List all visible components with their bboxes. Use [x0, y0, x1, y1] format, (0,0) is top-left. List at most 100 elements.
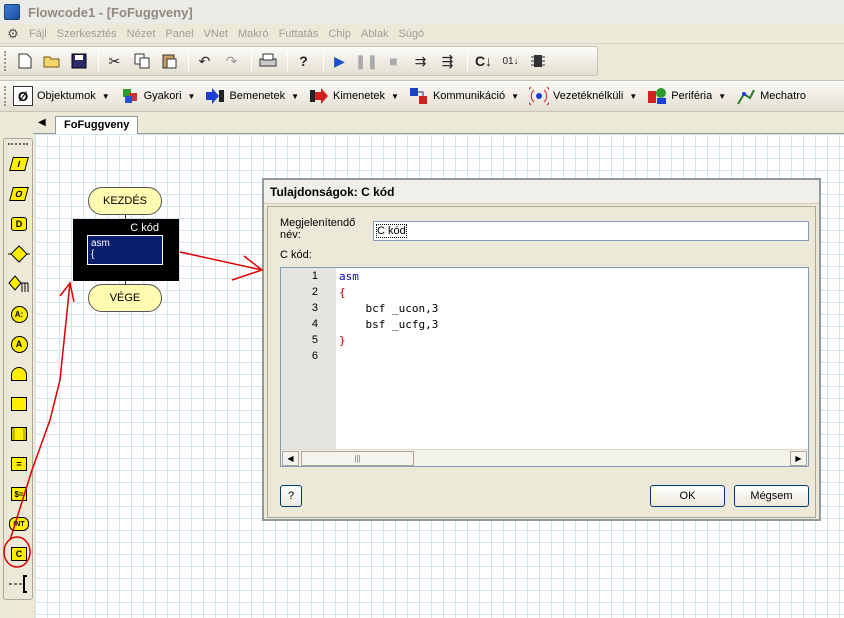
peripheral-label: Periféria	[671, 90, 713, 102]
help-icon[interactable]: ?	[292, 50, 315, 72]
loop-shape	[11, 367, 27, 381]
menu-run[interactable]: Futtatás	[274, 28, 324, 40]
chevron-down-icon: ▼	[391, 91, 399, 101]
code-editor[interactable]: 1 2 3 4 5 6 asm { bcf _ucon,3 bsf _ucfg,…	[280, 267, 809, 467]
undo-icon[interactable]: ↶	[193, 50, 216, 72]
loop-icon[interactable]	[8, 363, 30, 385]
menu-view[interactable]: Nézet	[122, 28, 161, 40]
menu-panel[interactable]: Panel	[160, 28, 198, 40]
outputs-icon	[309, 86, 329, 106]
print-icon[interactable]	[256, 50, 279, 72]
compile-c-icon[interactable]: C↓	[472, 50, 495, 72]
calculation-icon[interactable]: =	[8, 453, 30, 475]
cut-icon[interactable]: ✂	[103, 50, 126, 72]
open-folder-icon[interactable]	[40, 50, 63, 72]
menu-help[interactable]: Súgó	[393, 28, 429, 40]
common-menu[interactable]: Gyakori ▼	[120, 86, 195, 106]
component-toolbar: Ø Objektumok ▼ Gyakori ▼ Bemenetek ▼ Kim…	[0, 80, 844, 112]
menu-chip[interactable]: Chip	[323, 28, 356, 40]
objects-icon: Ø	[13, 86, 33, 106]
goto-glyph: A	[10, 335, 28, 353]
scroll-right-icon[interactable]: ▶	[790, 451, 807, 466]
common-label: Gyakori	[143, 90, 182, 102]
peripheral-menu[interactable]: Periféria ▼	[647, 86, 726, 106]
tab-scroll-left-icon[interactable]: ◀	[38, 117, 46, 128]
horizontal-scrollbar[interactable]: ◀ ||| ▶	[281, 449, 808, 466]
c-code-block-title: C kód	[130, 222, 159, 234]
communication-menu[interactable]: Kommunikáció ▼	[409, 86, 519, 106]
cancel-button[interactable]: Mégsem	[734, 485, 809, 507]
c-code-properties-dialog: Tulajdonságok: C kód Megjelenítendő név:…	[262, 178, 821, 521]
redo-icon[interactable]: ↷	[220, 50, 243, 72]
display-name-value: C kód	[376, 224, 407, 238]
c-code-block[interactable]: C kód asm {	[73, 219, 179, 281]
menu-macro[interactable]: Makró	[233, 28, 274, 40]
window-title: Flowcode1 - [FoFuggveny]	[28, 4, 193, 20]
decision-icon[interactable]	[8, 243, 30, 265]
objects-menu[interactable]: Ø Objektumok ▼	[13, 86, 110, 106]
compile-chip-icon[interactable]: 01↓	[499, 50, 522, 72]
mechatronics-menu[interactable]: Mechatro	[736, 86, 806, 106]
inputs-menu[interactable]: Bemenetek ▼	[205, 86, 299, 106]
input-icon[interactable]: I	[8, 153, 30, 175]
code-label: C kód:	[280, 249, 312, 261]
c-code-icon[interactable]: C	[8, 543, 30, 565]
goto-icon[interactable]: A	[8, 333, 30, 355]
menu-system-icon[interactable]: ⚙	[4, 26, 22, 42]
tab-fofuggveny[interactable]: FoFuggveny	[55, 116, 139, 135]
switch-icon[interactable]	[8, 273, 30, 295]
code-line: {	[339, 286, 346, 299]
chevron-down-icon: ▼	[511, 91, 519, 101]
wireless-icon	[529, 86, 549, 106]
string-icon[interactable]: $=	[8, 483, 30, 505]
title-bar: Flowcode1 - [FoFuggveny]	[0, 0, 844, 24]
wireless-menu[interactable]: Vezetéknélküli ▼	[529, 86, 637, 106]
interrupt-icon[interactable]: INT	[8, 513, 30, 535]
run-icon[interactable]: ▶	[328, 50, 351, 72]
help-button[interactable]: ?	[280, 485, 302, 507]
toolbar-separator	[251, 51, 252, 71]
display-name-field[interactable]: C kód	[373, 221, 809, 241]
chevron-down-icon: ▼	[718, 91, 727, 101]
c-code-preview-line: asm	[91, 238, 110, 249]
line-number: 3	[311, 302, 318, 314]
menu-edit[interactable]: Szerkesztés	[52, 28, 122, 40]
toolbar-grip[interactable]	[4, 51, 7, 71]
scroll-left-icon[interactable]: ◀	[282, 451, 299, 466]
pause-icon[interactable]: ❚❚	[355, 50, 378, 72]
menu-file[interactable]: Fájl	[24, 28, 52, 40]
copy-icon[interactable]	[130, 50, 153, 72]
menu-window[interactable]: Ablak	[356, 28, 394, 40]
interrupt-glyph: INT	[9, 517, 29, 531]
toolbar-separator	[467, 51, 468, 71]
start-terminal[interactable]: KEZDÉS	[88, 187, 162, 215]
toolbar-grip[interactable]	[4, 86, 7, 106]
new-file-icon[interactable]	[13, 50, 36, 72]
output-glyph: O	[9, 187, 29, 201]
ok-button[interactable]: OK	[650, 485, 725, 507]
paste-icon[interactable]	[157, 50, 180, 72]
macro-icon[interactable]	[8, 393, 30, 415]
end-terminal[interactable]: VÉGE	[88, 284, 162, 312]
step-into-icon[interactable]: ⇉	[409, 50, 432, 72]
code-text-area[interactable]: asm { bcf _ucon,3 bsf _ucfg,3 }	[339, 268, 807, 450]
string-glyph: $=	[11, 487, 27, 501]
menu-vnet[interactable]: VNet	[199, 28, 233, 40]
step-over-icon[interactable]: ⇶	[436, 50, 459, 72]
line-number: 5	[311, 334, 318, 346]
line-number-gutter: 1 2 3 4 5 6	[281, 268, 336, 450]
toolbar-separator	[287, 51, 288, 71]
comment-icon[interactable]	[8, 573, 30, 595]
outputs-menu[interactable]: Kimenetek ▼	[309, 86, 399, 106]
chip-icon[interactable]	[526, 50, 549, 72]
palette-grip[interactable]	[8, 143, 28, 145]
line-number: 2	[311, 286, 318, 298]
save-icon[interactable]	[67, 50, 90, 72]
scroll-thumb[interactable]: |||	[301, 451, 414, 466]
output-icon[interactable]: O	[8, 183, 30, 205]
connection-point-icon[interactable]: A:	[8, 303, 30, 325]
delay-icon[interactable]: D	[8, 213, 30, 235]
stop-icon[interactable]: ■	[382, 50, 405, 72]
component-macro-icon[interactable]	[8, 423, 30, 445]
document-tabs: ◀ FoFuggveny	[33, 114, 844, 135]
